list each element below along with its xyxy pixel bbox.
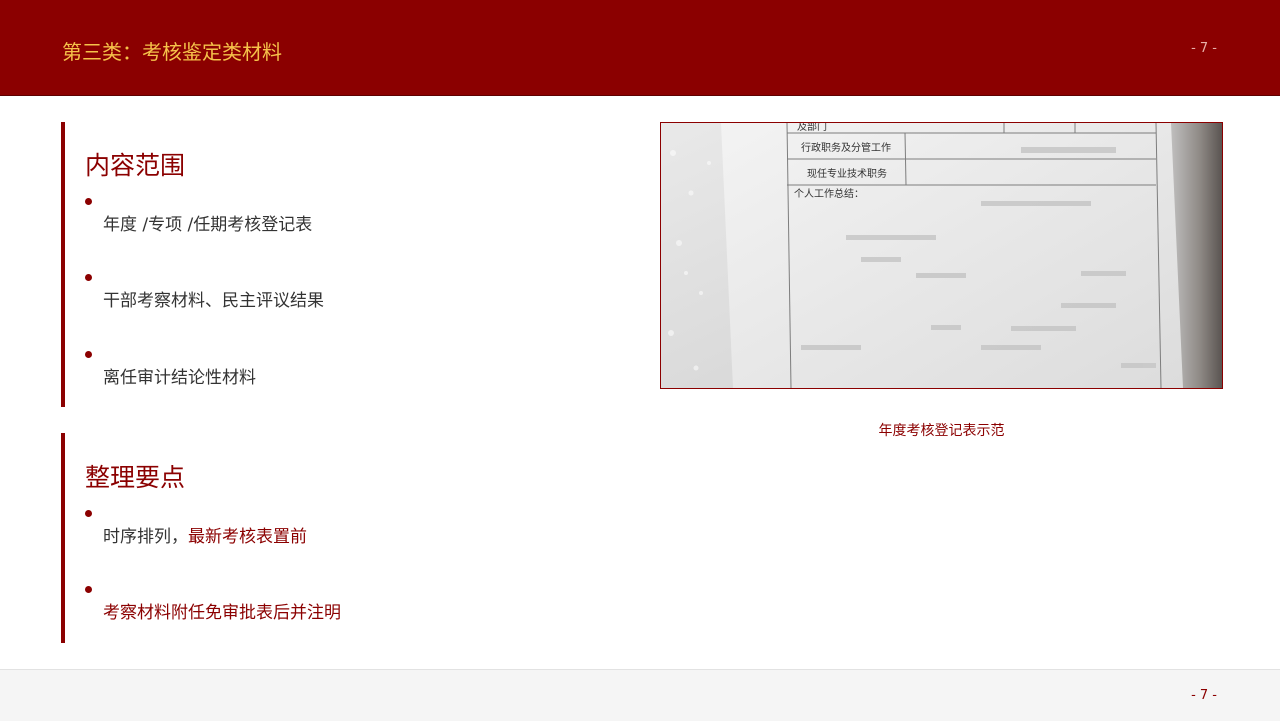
- form-row-label: 行政职务及分管工作: [801, 141, 891, 154]
- scope-section-title: 内容范围: [85, 151, 186, 180]
- form-photo-image: 及部门 行政职务及分管工作 现任专业技术职务 个人工作总结：: [661, 123, 1222, 388]
- tips-item-text: 时序排列，最新考核表置前: [103, 522, 307, 547]
- scope-section: 内容范围 年度 /专项 /任期考核登记表 干部考察材料、民主评议结果 离任审计结…: [61, 122, 625, 407]
- bullet-dot-icon: [85, 351, 92, 358]
- scope-item-text: 离任审计结论性材料: [103, 368, 256, 388]
- scope-item-text: 干部考察材料、民主评议结果: [103, 291, 324, 311]
- form-row-label: 个人工作总结：: [794, 187, 864, 200]
- form-row-label: 现任专业技术职务: [807, 167, 887, 180]
- footer-page-number: - 7 -: [1191, 688, 1217, 703]
- tips-item-text: 考察材料附任免审批表后并注明: [103, 603, 341, 623]
- slide-title: 第三类：考核鉴定类材料: [62, 40, 282, 64]
- tips-item-prefix: 时序排列，: [103, 527, 188, 547]
- tips-section-title: 整理要点: [85, 463, 186, 492]
- form-photo: 及部门 行政职务及分管工作 现任专业技术职务 个人工作总结：: [660, 122, 1223, 389]
- bullet-dot-icon: [85, 510, 92, 517]
- bullet-dot-icon: [85, 586, 92, 593]
- scope-item-text: 年度 /专项 /任期考核登记表: [103, 215, 313, 235]
- bullet-dot-icon: [85, 274, 92, 281]
- photo-caption: 年度考核登记表示范: [878, 423, 1005, 439]
- tips-item-highlight: 最新考核表置前: [188, 527, 307, 547]
- bullet-dot-icon: [85, 198, 92, 205]
- form-row-top-label: 及部门: [797, 123, 827, 133]
- header-page-number: - 7 -: [1191, 41, 1217, 56]
- footer-bar: - 7 -: [0, 669, 1280, 721]
- header-bar: 第三类：考核鉴定类材料 - 7 -: [0, 0, 1280, 96]
- tips-section: 整理要点 时序排列，最新考核表置前 考察材料附任免审批表后并注明: [61, 433, 625, 643]
